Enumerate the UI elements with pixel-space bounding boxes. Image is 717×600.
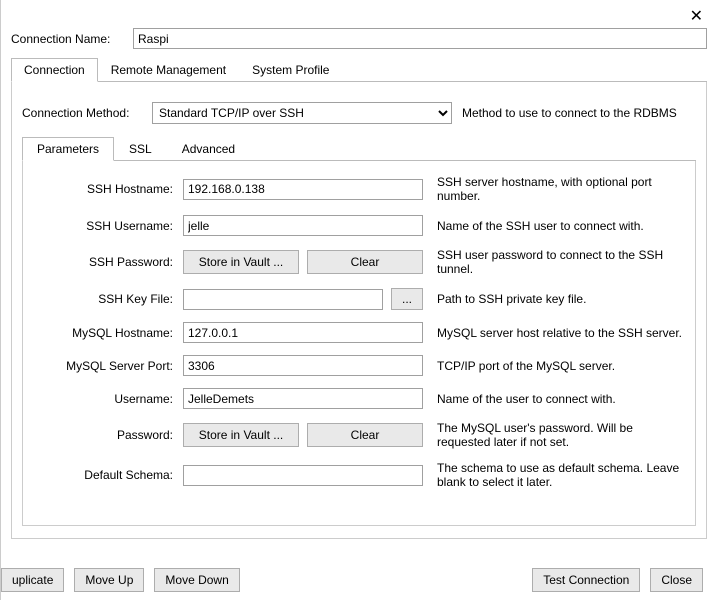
username-label: Username:: [33, 392, 183, 406]
password-help: The MySQL user's password. Will be reque…: [437, 421, 685, 449]
default-schema-input[interactable]: [183, 465, 423, 486]
connection-name-input[interactable]: [133, 28, 707, 49]
connection-method-select[interactable]: Standard TCP/IP over SSH: [152, 102, 452, 124]
ssh-keyfile-input[interactable]: [183, 289, 383, 310]
username-input[interactable]: [183, 388, 423, 409]
ssh-password-label: SSH Password:: [33, 255, 183, 269]
ssh-keyfile-help: Path to SSH private key file.: [437, 292, 685, 306]
mysql-hostname-label: MySQL Hostname:: [33, 326, 183, 340]
password-label: Password:: [33, 428, 183, 442]
move-down-button[interactable]: Move Down: [154, 568, 239, 592]
subtab-parameters[interactable]: Parameters: [22, 137, 114, 161]
ssh-password-store-button[interactable]: Store in Vault ...: [183, 250, 299, 274]
ssh-username-input[interactable]: [183, 215, 423, 236]
test-connection-button[interactable]: Test Connection: [532, 568, 640, 592]
ssh-hostname-label: SSH Hostname:: [33, 182, 183, 196]
tab-remote-management[interactable]: Remote Management: [98, 58, 239, 82]
move-up-button[interactable]: Move Up: [74, 568, 144, 592]
subtab-ssl[interactable]: SSL: [114, 137, 167, 161]
ssh-username-label: SSH Username:: [33, 219, 183, 233]
password-store-button[interactable]: Store in Vault ...: [183, 423, 299, 447]
content-area: Connection Name: Connection Remote Manag…: [1, 0, 717, 539]
connection-method-help: Method to use to connect to the RDBMS: [462, 106, 677, 120]
sub-tab-bar: Parameters SSL Advanced: [22, 136, 696, 161]
close-icon[interactable]: ✕: [690, 6, 703, 26]
connection-name-label: Connection Name:: [11, 32, 133, 46]
parameters-panel: SSH Hostname: SSH server hostname, with …: [22, 161, 696, 526]
tab-system-profile[interactable]: System Profile: [239, 58, 342, 82]
ssh-hostname-input[interactable]: [183, 179, 423, 200]
default-schema-label: Default Schema:: [33, 468, 183, 482]
password-clear-button[interactable]: Clear: [307, 423, 423, 447]
connection-method-label: Connection Method:: [22, 106, 152, 120]
subtab-advanced[interactable]: Advanced: [167, 137, 250, 161]
default-schema-help: The schema to use as default schema. Lea…: [437, 461, 685, 489]
mysql-hostname-input[interactable]: [183, 322, 423, 343]
connection-method-row: Connection Method: Standard TCP/IP over …: [22, 102, 696, 124]
mysql-port-input[interactable]: [183, 355, 423, 376]
footer-bar: uplicate Move Up Move Down Test Connecti…: [1, 568, 717, 592]
dialog-window: ✕ Connection Name: Connection Remote Man…: [0, 0, 717, 600]
ssh-keyfile-label: SSH Key File:: [33, 292, 183, 306]
mysql-port-help: TCP/IP port of the MySQL server.: [437, 359, 685, 373]
duplicate-button[interactable]: uplicate: [1, 568, 64, 592]
top-tab-bar: Connection Remote Management System Prof…: [11, 57, 707, 82]
username-help: Name of the user to connect with.: [437, 392, 685, 406]
ssh-password-clear-button[interactable]: Clear: [307, 250, 423, 274]
close-button[interactable]: Close: [650, 568, 703, 592]
connection-tab-panel: Connection Method: Standard TCP/IP over …: [11, 82, 707, 539]
mysql-hostname-help: MySQL server host relative to the SSH se…: [437, 326, 685, 340]
mysql-port-label: MySQL Server Port:: [33, 359, 183, 373]
ssh-hostname-help: SSH server hostname, with optional port …: [437, 175, 685, 203]
ssh-keyfile-browse-button[interactable]: ...: [391, 288, 423, 310]
connection-name-row: Connection Name:: [11, 28, 707, 49]
tab-connection[interactable]: Connection: [11, 58, 98, 82]
ssh-username-help: Name of the SSH user to connect with.: [437, 219, 685, 233]
ssh-password-help: SSH user password to connect to the SSH …: [437, 248, 685, 276]
